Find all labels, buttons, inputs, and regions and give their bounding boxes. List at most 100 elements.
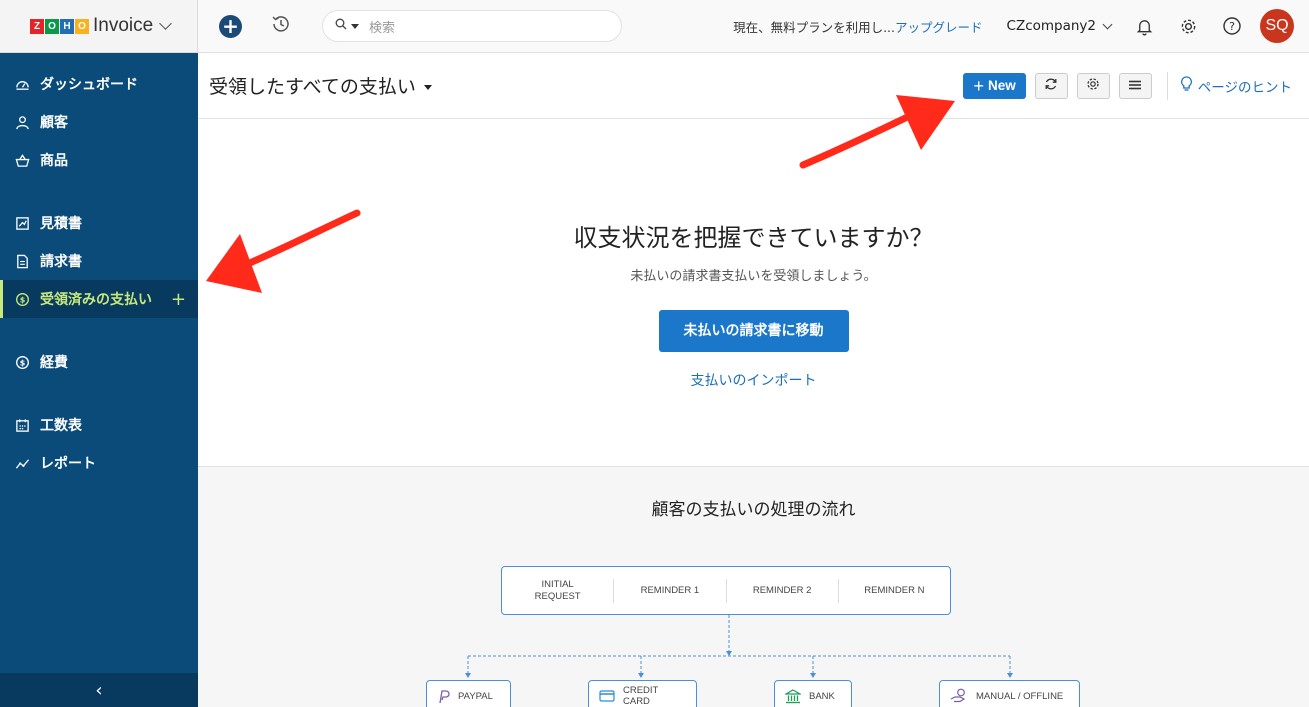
settings-button[interactable]: [1076, 72, 1110, 99]
sidebar-item-items[interactable]: 商品: [0, 141, 198, 179]
page-tips-label: ページのヒント: [1197, 79, 1292, 96]
search-filter-caret-icon[interactable]: [351, 23, 359, 29]
sidebar: Z O H O Invoice ダッシュボード 顧客 商品 見積書 請求書 $ …: [0, 0, 198, 707]
history-icon[interactable]: [270, 13, 292, 39]
empty-state: 収支状況を把握できていますか？ 未払いの請求書支払いを受領しましょう。 未払いの…: [198, 119, 1309, 466]
flow-step-reminder-1: REMINDER 1: [614, 578, 727, 603]
sidebar-item-expenses[interactable]: $ 経費: [0, 343, 198, 381]
help-icon[interactable]: ?: [1221, 15, 1243, 37]
refresh-icon: [1044, 76, 1058, 95]
payment-icon: $: [14, 291, 30, 307]
step-line: REMINDER N: [864, 584, 925, 596]
dashboard-icon: [14, 76, 30, 92]
organization-name: CZcompany2: [1006, 18, 1096, 34]
organization-switcher[interactable]: CZcompany2: [1006, 18, 1113, 34]
plus-icon: +: [973, 75, 984, 96]
sidebar-item-label: 経費: [40, 355, 68, 371]
sidebar-item-label: 請求書: [40, 254, 82, 270]
flow-step-initial-request: INITIAL REQUEST: [502, 578, 615, 603]
sidebar-item-label: 工数表: [40, 418, 82, 434]
empty-state-title: 収支状況を把握できていますか？: [573, 224, 934, 252]
search-box[interactable]: 検索: [322, 10, 622, 42]
payment-flow-section: 顧客の支払いの処理の流れ INITIAL REQUEST REMINDER 1 R…: [198, 466, 1309, 707]
chart-icon: [14, 455, 30, 471]
estimate-icon: [14, 215, 30, 231]
step-line: REQUEST: [534, 590, 581, 602]
sidebar-item-label: 見積書: [40, 216, 82, 232]
lightbulb-icon: [1180, 75, 1193, 96]
upgrade-link[interactable]: アップグレード: [895, 20, 983, 35]
bell-icon[interactable]: [1133, 15, 1155, 37]
sidebar-item-label: 顧客: [40, 115, 68, 131]
invoice-icon: [14, 253, 30, 269]
refresh-button[interactable]: [1034, 72, 1068, 99]
logo-letter-o2: O: [75, 18, 89, 34]
user-icon: [14, 114, 30, 130]
sidebar-item-dashboard[interactable]: ダッシュボード: [0, 65, 198, 103]
more-options-button[interactable]: [1118, 72, 1152, 99]
brand-switcher[interactable]: Z O H O Invoice: [0, 0, 198, 53]
avatar[interactable]: SQ: [1260, 9, 1294, 43]
method-label: CREDIT CARD: [623, 685, 659, 707]
method-manual-offline: MANUAL / OFFLINE: [939, 680, 1080, 707]
page-title-dropdown[interactable]: 受領したすべての支払い: [209, 72, 432, 99]
plan-text: 現在、無料プランを利用し...: [733, 19, 895, 35]
flow-step-reminder-n: REMINDER N: [839, 579, 950, 603]
import-payments-link[interactable]: 支払いのインポート: [198, 370, 1309, 390]
gear-icon: [1086, 76, 1100, 95]
sidebar-item-label: 商品: [40, 153, 68, 169]
method-label: MANUAL / OFFLINE: [976, 690, 1064, 702]
method-bank: BANK: [774, 680, 852, 707]
chevron-left-icon: ‹: [95, 679, 103, 701]
sidebar-item-label: 受領済みの支払い: [40, 292, 152, 308]
new-button-label: New: [988, 78, 1016, 93]
logo-letter-z: Z: [30, 18, 44, 34]
page-tips-link[interactable]: ページのヒント: [1180, 75, 1292, 96]
basket-icon: [14, 152, 30, 168]
reminder-steps-box: INITIAL REQUEST REMINDER 1 REMINDER 2 REM…: [501, 566, 951, 615]
expense-icon: $: [14, 354, 30, 370]
new-payment-button[interactable]: + New: [963, 72, 1026, 99]
sidebar-item-label: ダッシュボード: [40, 77, 138, 93]
paypal-icon: [437, 689, 450, 704]
sidebar-item-timesheet[interactable]: 工数表: [0, 406, 198, 444]
page-header: 受領したすべての支払い + New ページのヒント: [198, 53, 1309, 119]
sidebar-item-reports[interactable]: レポート: [0, 444, 198, 482]
flow-step-reminder-2: REMINDER 2: [727, 578, 839, 603]
step-line: REMINDER 1: [640, 584, 700, 596]
gear-icon[interactable]: [1177, 15, 1199, 37]
page-actions: + New ページのヒント: [963, 71, 1292, 100]
chevron-down-icon: [1102, 19, 1113, 29]
svg-text:?: ?: [1229, 20, 1235, 33]
hand-money-icon: [950, 688, 968, 704]
bank-icon: [785, 688, 801, 704]
top-bar: + 検索 現在、無料プランを利用し...アップグレード CZcompany2 ?…: [198, 0, 1309, 53]
sidebar-item-payments-received[interactable]: $ 受領済みの支払い +: [0, 280, 198, 318]
sidebar-item-customers[interactable]: 顧客: [0, 103, 198, 141]
menu-icon: [1128, 76, 1142, 95]
product-name: Invoice: [93, 15, 154, 36]
sidebar-item-invoices[interactable]: 請求書: [0, 242, 198, 280]
svg-text:$: $: [19, 295, 25, 304]
credit-card-icon: [599, 690, 615, 702]
quick-create-button[interactable]: +: [219, 14, 242, 38]
go-to-unpaid-invoices-button[interactable]: 未払いの請求書に移動: [658, 310, 849, 352]
step-line: INITIAL: [541, 578, 574, 590]
sidebar-item-label: レポート: [40, 456, 96, 472]
zoho-logo: Z O H O: [30, 18, 89, 34]
logo-letter-o: O: [45, 18, 59, 34]
logo-letter-h: H: [60, 18, 74, 34]
method-paypal: PAYPAL: [426, 680, 511, 707]
search-input[interactable]: 検索: [369, 17, 395, 36]
method-credit-card: CREDIT CARD: [588, 680, 697, 707]
calendar-icon: [14, 417, 30, 433]
divider: [1166, 71, 1168, 100]
plan-notice: 現在、無料プランを利用し...アップグレード: [733, 17, 982, 36]
collapse-sidebar-button[interactable]: ‹: [0, 673, 198, 707]
method-label: PAYPAL: [458, 690, 493, 702]
sidebar-item-estimates[interactable]: 見積書: [0, 204, 198, 242]
add-payment-plus-icon[interactable]: +: [171, 289, 186, 310]
search-icon: [335, 18, 347, 34]
caret-down-icon: [423, 84, 432, 90]
step-line: REMINDER 2: [752, 584, 812, 596]
